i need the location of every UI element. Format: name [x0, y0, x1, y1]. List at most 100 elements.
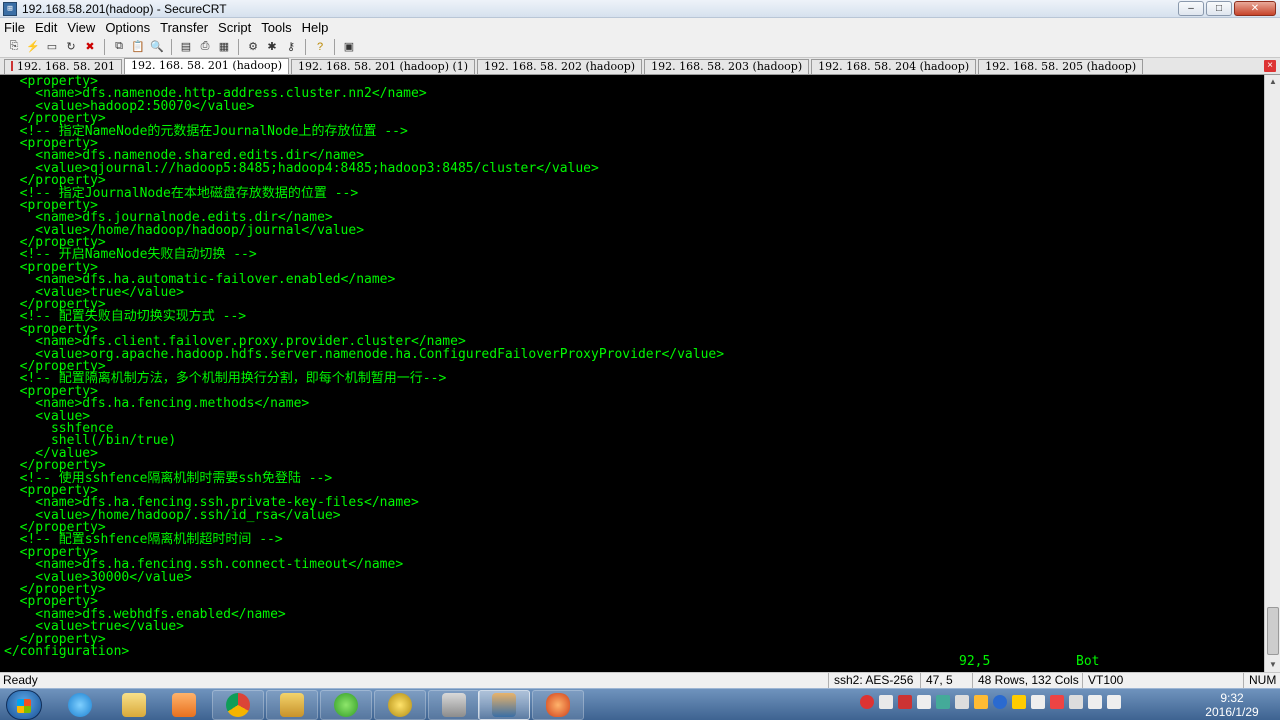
terminal-lines: <property> <name>dfs.namenode.http-addre… — [4, 75, 1264, 658]
terminal-line: <!-- 配置失败自动切换实现方式 --> — [4, 309, 247, 325]
network-icon[interactable] — [1088, 695, 1102, 709]
yellow-app-icon — [388, 693, 412, 717]
terminal-line: </value> — [4, 445, 98, 461]
status-terminal-type: VT100 — [1082, 673, 1123, 688]
tab-session-2[interactable]: 192. 168. 58. 201 (hadoop) — [123, 58, 289, 74]
terminal-line: <value>/home/hadoop/hadoop/journal</valu… — [4, 222, 365, 238]
tray-icon-4[interactable] — [936, 695, 950, 709]
taskbar-app-5[interactable] — [532, 690, 584, 720]
terminal-line: </property> — [4, 582, 106, 598]
session-options-icon[interactable]: ⚙ — [245, 39, 261, 55]
scroll-up-arrow-icon[interactable]: ▲ — [1266, 75, 1280, 89]
reconnect-icon[interactable]: ↻ — [63, 39, 79, 55]
folder-icon — [122, 693, 146, 717]
tab-label: 192. 168. 58. 204 (hadoop) — [818, 60, 970, 73]
window-controls: – □ ✕ — [1178, 1, 1276, 16]
scroll-down-arrow-icon[interactable]: ▼ — [1266, 658, 1280, 672]
keymap-icon[interactable]: ⚷ — [283, 39, 299, 55]
bluetooth-icon[interactable] — [993, 695, 1007, 709]
tray-icon-7[interactable] — [1012, 695, 1026, 709]
maximize-button[interactable]: □ — [1206, 1, 1232, 16]
terminal-line: <!-- 指定NameNode的元数据在JournalNode上的存放位置 --… — [4, 123, 408, 139]
terminal-line: <!-- 使用sshfence隔离机制时需要ssh免登陆 --> — [4, 470, 333, 486]
tray-icon-10[interactable] — [1069, 695, 1083, 709]
terminal-line: <value>/home/hadoop/.ssh/id_rsa</value> — [4, 507, 341, 523]
tab-session-7[interactable]: 192. 168. 58. 205 (hadoop) — [978, 59, 1144, 74]
menu-help[interactable]: Help — [302, 20, 329, 35]
terminal-line: shell(/bin/true) — [4, 433, 177, 449]
tray-icon-5[interactable] — [955, 695, 969, 709]
global-options-icon[interactable]: ✱ — [264, 39, 280, 55]
status-cursor: 47, 5 — [920, 673, 953, 688]
taskbar-app-2[interactable] — [320, 690, 372, 720]
tray-icon-9[interactable] — [1050, 695, 1064, 709]
scroll-position: Bot — [1076, 654, 1100, 669]
minimize-button[interactable]: – — [1178, 1, 1204, 16]
securecrt-icon — [492, 693, 516, 717]
window-title: 192.168.58.201(hadoop) - SecureCRT — [22, 1, 227, 16]
sftp-icon[interactable]: ▣ — [341, 39, 357, 55]
chrome-icon — [226, 693, 250, 717]
close-tab-button[interactable]: × — [1264, 60, 1276, 72]
taskbar-app-1[interactable] — [266, 690, 318, 720]
tab-session-5[interactable]: 192. 168. 58. 203 (hadoop) — [644, 59, 810, 74]
menu-view[interactable]: View — [67, 20, 95, 35]
print-setup-icon[interactable]: ▤ — [178, 39, 194, 55]
copy-icon[interactable]: ⧉ — [111, 39, 127, 55]
tab-label: 192. 168. 58. 201 (hadoop) (1) — [297, 60, 469, 73]
menu-transfer[interactable]: Transfer — [160, 20, 208, 35]
securecrt-app-icon[interactable]: ⊞ — [3, 1, 17, 16]
terminal-scrollbar[interactable]: ▲ ▼ — [1264, 75, 1280, 672]
internet-explorer-icon — [68, 693, 92, 717]
quick-connect-icon[interactable]: ⚡ — [25, 39, 41, 55]
menu-script[interactable]: Script — [218, 20, 251, 35]
tab-session-6[interactable]: 192. 168. 58. 204 (hadoop) — [811, 59, 977, 74]
taskbar-clock[interactable]: 9:32 2016/1/29 — [1198, 691, 1266, 719]
tray-icon-6[interactable] — [974, 695, 988, 709]
scrollbar-thumb[interactable] — [1267, 607, 1279, 655]
taskbar-app-3[interactable] — [374, 690, 426, 720]
input-method-icon[interactable] — [860, 695, 874, 709]
windows-logo-icon — [17, 699, 31, 713]
close-button[interactable]: ✕ — [1234, 1, 1276, 16]
tab-session-1[interactable]: 192. 168. 58. 201 — [4, 59, 122, 74]
taskbar-ie[interactable] — [54, 690, 106, 720]
tab-session-4[interactable]: 192. 168. 58. 202 (hadoop) — [477, 59, 643, 74]
network-app-icon — [280, 693, 304, 717]
terminal-area[interactable]: <property> <name>dfs.namenode.http-addre… — [0, 75, 1264, 672]
taskbar-securecrt[interactable] — [478, 690, 530, 720]
volume-icon[interactable] — [1107, 695, 1121, 709]
tab-session-3[interactable]: 192. 168. 58. 201 (hadoop) (1) — [290, 59, 476, 74]
tray-icon-1[interactable] — [879, 695, 893, 709]
tab-label: 192. 168. 58. 203 (hadoop) — [651, 60, 803, 73]
print-selection-icon[interactable]: ▦ — [216, 39, 232, 55]
find-icon[interactable]: 🔍 — [149, 39, 165, 55]
tray-icon-3[interactable] — [917, 695, 931, 709]
tray-icon-8[interactable] — [1031, 695, 1045, 709]
menu-bar: File Edit View Options Transfer Script T… — [0, 18, 1280, 36]
taskbar-explorer[interactable] — [108, 690, 160, 720]
disconnect-icon[interactable]: ✖ — [82, 39, 98, 55]
print-icon[interactable]: ⎙ — [197, 39, 213, 55]
taskbar-app-4[interactable] — [428, 690, 480, 720]
cursor-position: 92,5 — [959, 654, 991, 669]
connect-tab-icon[interactable]: ▭ — [44, 39, 60, 55]
help-icon[interactable]: ? — [312, 39, 328, 55]
terminal-line: <value>30000</value> — [4, 569, 192, 585]
paste-icon[interactable]: 📋 — [130, 39, 146, 55]
terminal-line: <!-- 开启NameNode失败自动切换 --> — [4, 247, 257, 263]
tools-app-icon — [442, 693, 466, 717]
system-tray — [860, 695, 1121, 709]
windows-taskbar: 9:32 2016/1/29 — [0, 688, 1280, 720]
menu-tools[interactable]: Tools — [261, 20, 291, 35]
start-button[interactable] — [6, 690, 42, 720]
taskbar-chrome[interactable] — [212, 690, 264, 720]
terminal-line: <name>dfs.webhdfs.enabled</name> — [4, 606, 286, 622]
menu-file[interactable]: File — [4, 20, 25, 35]
tray-icon-2[interactable] — [898, 695, 912, 709]
menu-edit[interactable]: Edit — [35, 20, 57, 35]
menu-options[interactable]: Options — [105, 20, 150, 35]
connect-icon[interactable]: ⎘ — [6, 39, 22, 55]
clock-time: 9:32 — [1220, 691, 1244, 705]
taskbar-media-player[interactable] — [158, 690, 210, 720]
